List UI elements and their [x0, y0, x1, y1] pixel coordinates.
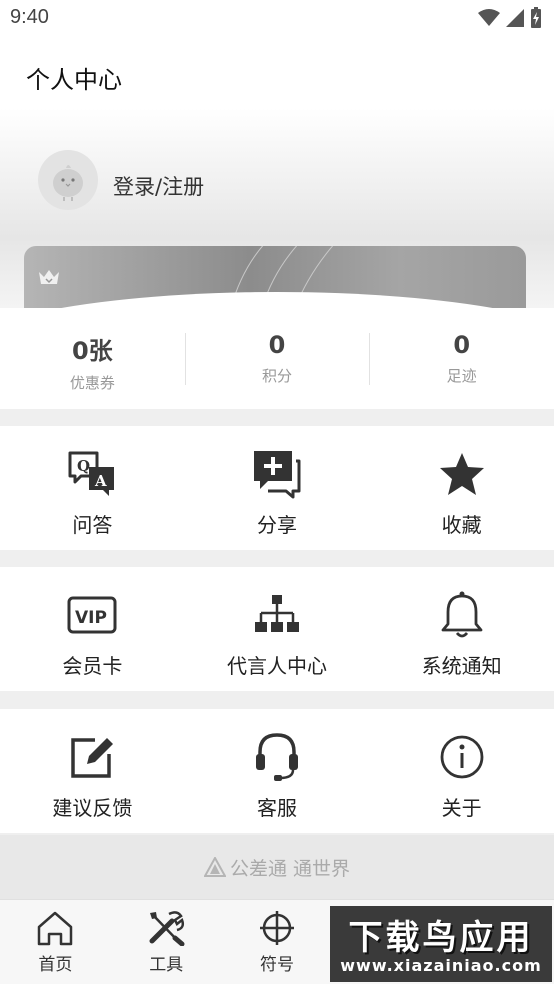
page-title: 个人中心: [26, 66, 122, 94]
menu-item-feedback[interactable]: 建议反馈: [0, 709, 185, 833]
stat-label: 优惠券: [69, 374, 115, 392]
edit-icon: [66, 731, 118, 783]
share-icon: [251, 448, 303, 500]
menu-item-about[interactable]: 关于: [369, 709, 554, 833]
menu-label: 会员卡: [62, 654, 123, 678]
status-icons: [478, 6, 542, 30]
menu-label: 收藏: [441, 513, 482, 537]
signal-icon: [506, 9, 524, 27]
nav-home[interactable]: 首页: [0, 900, 111, 984]
menu-label: 代言人中心: [227, 654, 327, 678]
crown-icon: [39, 270, 59, 284]
menu-label: 建议反馈: [52, 796, 133, 820]
menu-item-ambassador[interactable]: 代言人中心: [185, 567, 370, 691]
headset-icon: [251, 731, 303, 783]
stats-bar: 0张 优惠券 0 积分 0 足迹: [0, 308, 554, 409]
slogan-footer: 公差通 通世界: [0, 835, 554, 899]
status-time: 9:40: [10, 6, 49, 28]
home-icon: [38, 911, 73, 946]
menu-item-vip-card[interactable]: VIP 会员卡: [0, 567, 185, 691]
login-register-link[interactable]: 登录/注册: [113, 171, 204, 201]
bell-icon: [436, 589, 488, 641]
qa-icon: Q A: [66, 448, 118, 500]
nav-label: 工具: [149, 955, 184, 975]
menu-item-customer-service[interactable]: 客服: [185, 709, 370, 833]
svg-text:VIP: VIP: [75, 608, 107, 628]
nav-tools[interactable]: 工具: [111, 900, 222, 984]
menu-label: 问答: [72, 513, 113, 537]
tools-icon: [149, 911, 185, 946]
bird-mascot-icon: [53, 165, 83, 201]
stat-coupons[interactable]: 0张 优惠券: [0, 308, 185, 409]
nav-label: 符号: [259, 955, 294, 975]
stat-label: 积分: [262, 367, 293, 385]
stat-value: 0: [453, 331, 471, 359]
stat-value: 0张: [71, 337, 113, 365]
menu-row-2: VIP 会员卡 代言人中心 系统通知: [0, 567, 554, 691]
nav-symbols[interactable]: 符号: [222, 900, 333, 984]
info-icon: [436, 731, 488, 783]
stat-label: 足迹: [446, 367, 477, 385]
stat-points[interactable]: 0 积分: [184, 308, 370, 409]
svg-text:A: A: [94, 472, 107, 490]
watermark-url: www.xiazainiao.com: [340, 956, 542, 975]
menu-label: 系统通知: [421, 654, 502, 678]
menu-item-share[interactable]: 分享: [185, 426, 370, 550]
star-icon: [436, 448, 488, 500]
menu-row-3: 建议反馈 客服 关于: [0, 709, 554, 833]
menu-label: 客服: [257, 796, 297, 820]
avatar[interactable]: [38, 150, 98, 210]
watermark-title: 下载鸟应用: [348, 918, 534, 958]
crosshair-icon: [259, 911, 294, 945]
slogan-text: 公差通 通世界: [229, 857, 351, 880]
logo-icon: [203, 857, 226, 877]
svg-text:Q: Q: [77, 457, 90, 475]
menu-row-1: Q A 问答 分享 收藏: [0, 426, 554, 550]
nav-label: 首页: [38, 955, 73, 975]
menu-label: 分享: [257, 513, 297, 537]
profile-header: 个人中心 登录/注册: [0, 38, 554, 308]
org-chart-icon: [251, 589, 303, 641]
stat-value: 0: [268, 331, 286, 359]
menu-item-qa[interactable]: Q A 问答: [0, 426, 185, 550]
wifi-icon: [478, 9, 500, 26]
stat-footprints[interactable]: 0 足迹: [369, 308, 554, 409]
watermark-overlay: 下载鸟应用 www.xiazainiao.com: [330, 906, 552, 982]
menu-item-notifications[interactable]: 系统通知: [369, 567, 554, 691]
vip-card-icon: VIP: [66, 589, 118, 641]
menu-label: 关于: [441, 796, 482, 820]
status-bar: 9:40: [0, 0, 554, 38]
menu-item-favorites[interactable]: 收藏: [369, 426, 554, 550]
battery-icon: [531, 7, 541, 28]
